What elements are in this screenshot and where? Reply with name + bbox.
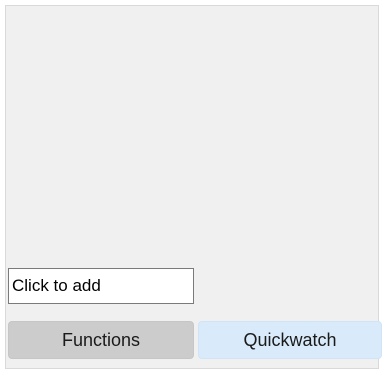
tab-functions-label: Functions: [61, 329, 141, 350]
tab-functions[interactable]: Functions: [8, 321, 194, 359]
tab-quickwatch-label: Quickwatch: [243, 329, 337, 350]
watch-list-area[interactable]: [6, 6, 378, 262]
tab-quickwatch[interactable]: Quickwatch: [198, 321, 382, 359]
add-watch-input[interactable]: [8, 268, 194, 304]
